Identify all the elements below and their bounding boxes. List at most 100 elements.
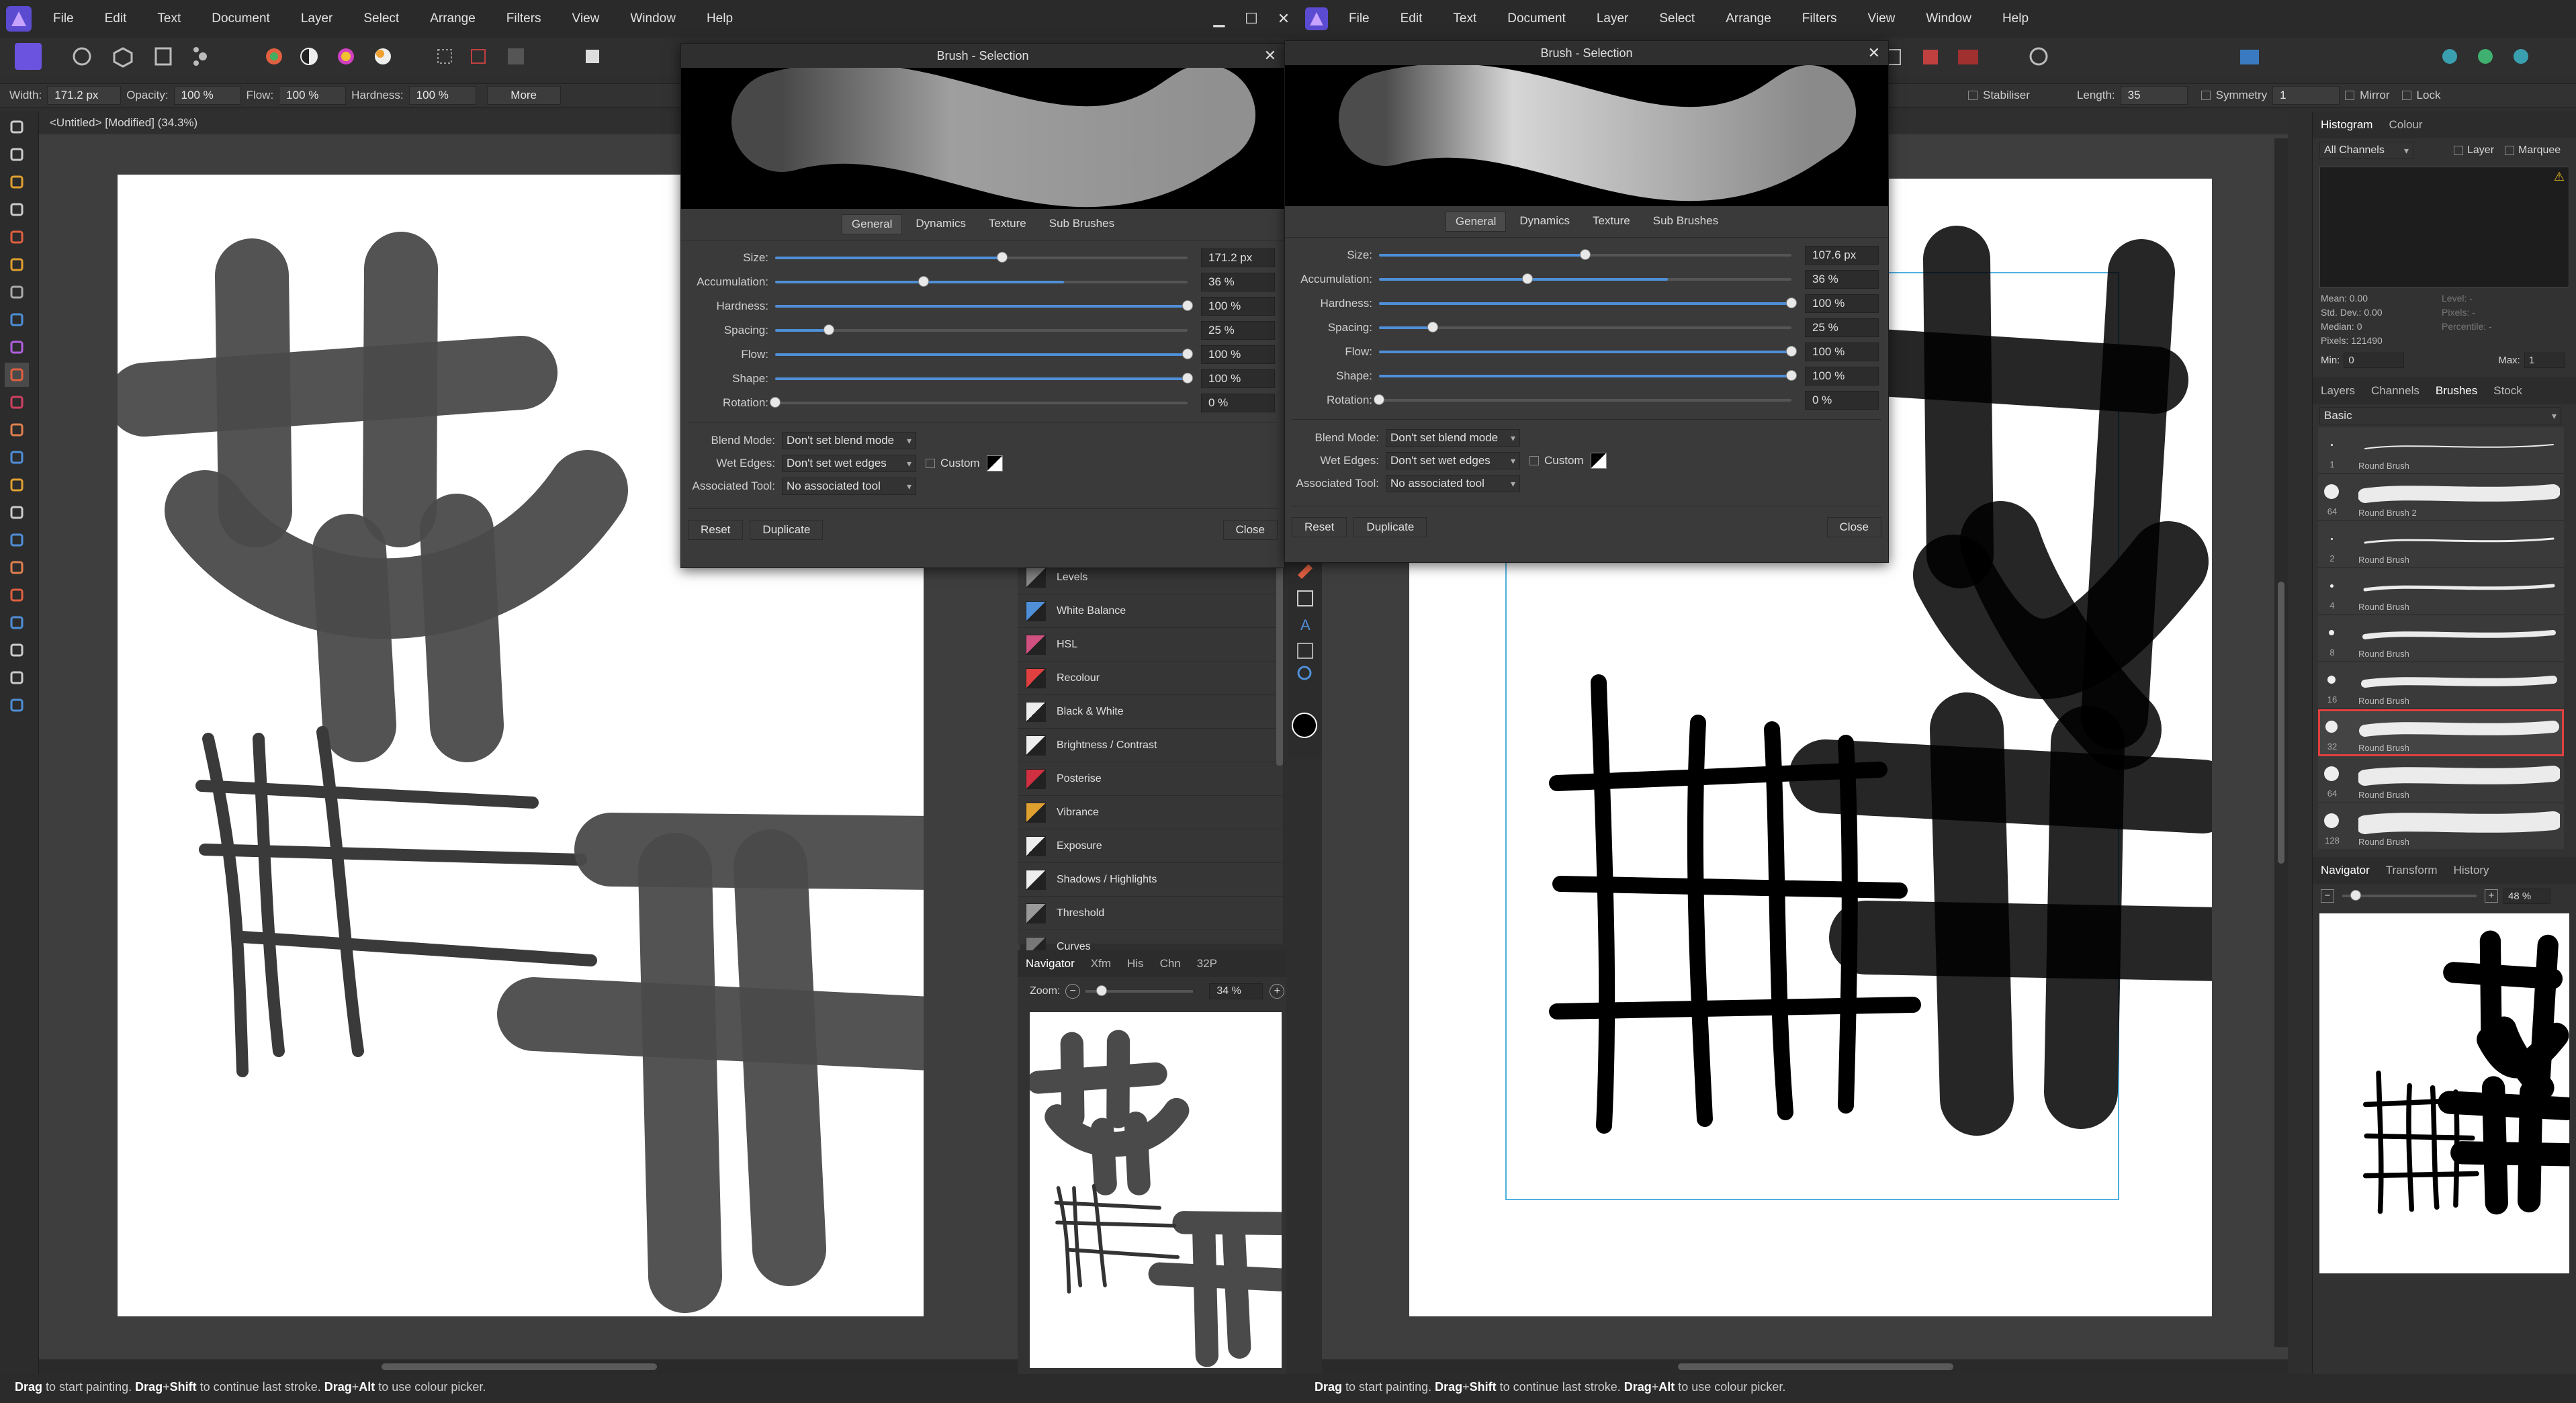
clone-tool-icon[interactable] bbox=[5, 445, 29, 469]
smudge-tool-icon[interactable] bbox=[5, 500, 29, 525]
tab-texture[interactable]: Texture bbox=[979, 214, 1036, 234]
zoom-slider-knob[interactable] bbox=[2350, 890, 2361, 901]
menu-window[interactable]: Window bbox=[615, 11, 691, 26]
lock-checkbox[interactable] bbox=[2401, 91, 2411, 100]
zoom-field[interactable]: 48 % bbox=[2503, 888, 2550, 904]
pixel-tool-icon[interactable] bbox=[5, 390, 29, 414]
blur-tool-icon[interactable] bbox=[5, 528, 29, 552]
menu-filters[interactable]: Filters bbox=[1787, 11, 1853, 26]
scrollbar-thumb[interactable] bbox=[1678, 1363, 1953, 1370]
menu-layer[interactable]: Layer bbox=[1581, 11, 1644, 26]
brush-item[interactable]: 64 Round Brush 2 bbox=[2318, 474, 2564, 521]
slider-knob[interactable] bbox=[1786, 370, 1797, 381]
zoom-out-icon[interactable]: − bbox=[1065, 984, 1081, 999]
menu-select[interactable]: Select bbox=[1644, 11, 1710, 26]
slider-value-field[interactable]: 0 % bbox=[1201, 394, 1275, 412]
minimize-button[interactable]: ▁ bbox=[1203, 10, 1235, 28]
zoom-field[interactable]: 34 % bbox=[1209, 983, 1263, 999]
slider-value-field[interactable]: 100 % bbox=[1201, 297, 1275, 316]
custom-checkbox[interactable] bbox=[926, 459, 935, 468]
tab-texture[interactable]: Texture bbox=[1583, 212, 1640, 232]
brush-item[interactable]: 16 Round Brush bbox=[2318, 662, 2564, 709]
brush-item[interactable]: 64 Round Brush bbox=[2318, 756, 2564, 803]
shape-tool-icon[interactable] bbox=[5, 610, 29, 635]
channels-select[interactable]: All Channels bbox=[2319, 142, 2413, 159]
close-button[interactable]: Close bbox=[1826, 517, 1881, 537]
slider-track[interactable] bbox=[775, 252, 1188, 263]
slider-value-field[interactable]: 171.2 px bbox=[1201, 248, 1275, 267]
duplicate-button[interactable]: Duplicate bbox=[750, 520, 824, 540]
menu-window[interactable]: Window bbox=[1910, 11, 1987, 26]
min-field[interactable]: 0 bbox=[2344, 352, 2405, 368]
brush-item[interactable]: 4 Round Brush bbox=[2318, 568, 2564, 615]
adjustment-item[interactable]: Threshold bbox=[1018, 897, 1283, 930]
close-button[interactable]: ✕ bbox=[1268, 10, 1300, 28]
symmetry-checkbox[interactable] bbox=[2201, 91, 2211, 100]
tab-stock[interactable]: Stock bbox=[2485, 384, 2530, 398]
slider-value-field[interactable]: 25 % bbox=[1805, 318, 1879, 337]
slider-knob[interactable] bbox=[1182, 300, 1193, 311]
tab-dynamics[interactable]: Dynamics bbox=[906, 214, 975, 234]
associated-tool-select[interactable]: No associated tool bbox=[1386, 475, 1520, 492]
menu-help[interactable]: Help bbox=[691, 11, 748, 26]
slider-value-field[interactable]: 107.6 px bbox=[1805, 246, 1879, 265]
slider-track[interactable] bbox=[1379, 273, 1791, 284]
scrollbar-thumb[interactable] bbox=[382, 1363, 657, 1370]
navigator-preview-right[interactable] bbox=[2319, 913, 2570, 1273]
slider-track[interactable] bbox=[775, 300, 1193, 311]
zoom-out-icon[interactable]: − bbox=[2321, 889, 2334, 903]
layer-checkbox[interactable] bbox=[2454, 146, 2463, 155]
custom-checkbox[interactable] bbox=[1529, 456, 1539, 465]
maximize-button[interactable]: ☐ bbox=[1235, 10, 1268, 28]
horizontal-scrollbar[interactable] bbox=[39, 1359, 1020, 1374]
reset-button[interactable]: Reset bbox=[688, 520, 744, 540]
erase-tool-icon[interactable] bbox=[5, 418, 29, 442]
adjustment-item[interactable]: Shadows / Highlights bbox=[1018, 863, 1283, 897]
menu-help[interactable]: Help bbox=[1987, 11, 2044, 26]
tab-brushes[interactable]: Brushes bbox=[2428, 384, 2485, 398]
zoom-slider-knob[interactable] bbox=[1096, 985, 1108, 996]
tab-histogram[interactable]: Histogram bbox=[2313, 118, 2381, 132]
red-eye-tool-icon[interactable] bbox=[5, 583, 29, 607]
slider-track[interactable] bbox=[1374, 394, 1791, 405]
symmetry-field[interactable]: 1 bbox=[2272, 86, 2340, 105]
slider-value-field[interactable]: 36 % bbox=[1201, 273, 1275, 291]
curve-icon[interactable] bbox=[1590, 453, 1607, 469]
tab-transform[interactable]: Transform bbox=[2378, 864, 2446, 877]
menu-filters[interactable]: Filters bbox=[491, 11, 557, 26]
slider-knob[interactable] bbox=[1182, 373, 1193, 383]
slider-track[interactable] bbox=[775, 373, 1193, 383]
menu-edit[interactable]: Edit bbox=[89, 11, 142, 26]
mesh-tool-icon[interactable] bbox=[5, 666, 29, 690]
curve-icon[interactable] bbox=[986, 455, 1003, 471]
menu-view[interactable]: View bbox=[557, 11, 615, 26]
tab-navigator[interactable]: Navigator bbox=[2313, 864, 2378, 877]
brush-item[interactable]: 2 Round Brush bbox=[2318, 521, 2564, 568]
stabiliser-checkbox[interactable] bbox=[1968, 91, 1978, 100]
paint-brush-icon[interactable] bbox=[5, 363, 29, 387]
slider-knob[interactable] bbox=[1374, 394, 1384, 405]
slider-value-field[interactable]: 25 % bbox=[1201, 321, 1275, 340]
slider-knob[interactable] bbox=[1786, 298, 1797, 308]
menu-text[interactable]: Text bbox=[1437, 11, 1492, 26]
close-icon[interactable]: ✕ bbox=[1868, 41, 1880, 65]
pen-tool-icon[interactable] bbox=[5, 170, 29, 194]
hardness-field[interactable]: 100 % bbox=[408, 86, 476, 105]
adjustments-scrollbar[interactable] bbox=[1276, 564, 1283, 766]
adjustment-item[interactable]: Recolour bbox=[1018, 662, 1283, 695]
healing-tool-icon[interactable] bbox=[5, 555, 29, 580]
slider-track[interactable] bbox=[1379, 249, 1791, 260]
gradient-icon[interactable] bbox=[5, 335, 29, 359]
brush-item[interactable]: 128 Round Brush bbox=[2318, 803, 2564, 850]
tab-xfm[interactable]: Xfm bbox=[1083, 957, 1119, 970]
tab-sub-brushes[interactable]: Sub Brushes bbox=[1040, 214, 1124, 234]
slider-value-field[interactable]: 100 % bbox=[1805, 367, 1879, 386]
brush-category-select[interactable]: Basic bbox=[2319, 407, 2561, 424]
adjustment-item[interactable]: Vibrance bbox=[1018, 796, 1283, 829]
brush-item[interactable]: 1 Round Brush bbox=[2318, 427, 2564, 474]
menu-document[interactable]: Document bbox=[1492, 11, 1581, 26]
color-picker-icon[interactable] bbox=[5, 253, 29, 277]
duplicate-button[interactable]: Duplicate bbox=[1353, 517, 1427, 537]
reset-button[interactable]: Reset bbox=[1292, 517, 1347, 537]
slider-track[interactable] bbox=[1379, 322, 1791, 332]
